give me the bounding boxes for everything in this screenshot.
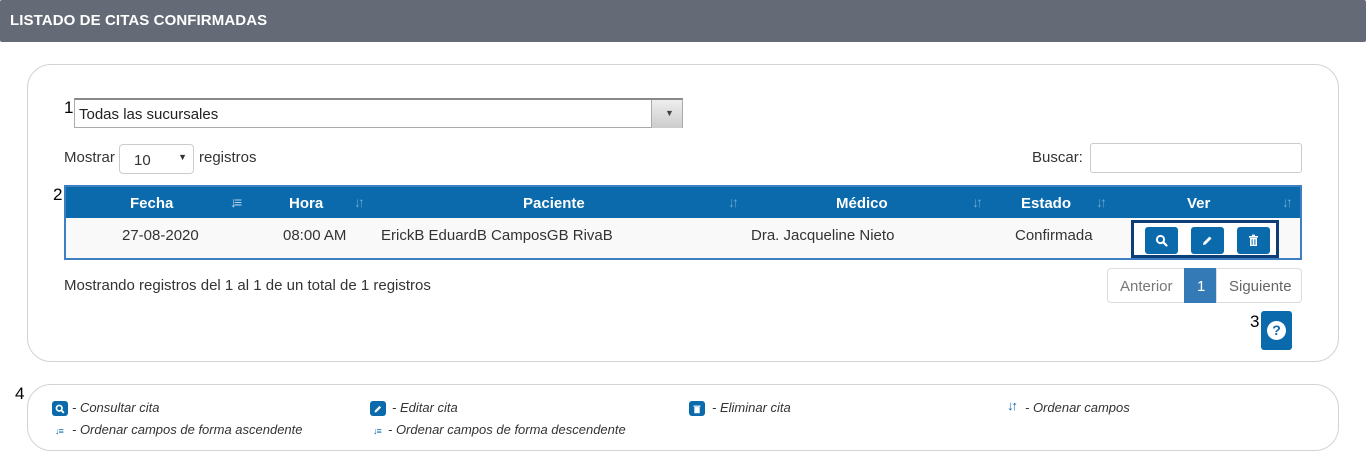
page-header: LISTADO DE CITAS CONFIRMADAS — [0, 0, 1366, 42]
delete-button[interactable] — [1237, 227, 1270, 254]
marker-2: 2 — [53, 185, 63, 204]
legend-consult: - Consultar cita — [72, 400, 160, 415]
column-ver[interactable]: Ver ↓↑ — [1114, 187, 1300, 218]
column-medico[interactable]: Médico ↓↑ — [746, 187, 990, 218]
cell-medico: Dra. Jacqueline Nieto — [751, 227, 895, 244]
page-title: LISTADO DE CITAS CONFIRMADAS — [10, 12, 268, 29]
column-fecha[interactable]: Fecha ↓≡ — [66, 187, 258, 218]
page-length-value: 10 — [134, 152, 151, 169]
search-label: Buscar: — [1032, 149, 1083, 166]
appointments-table: Fecha ↓≡ Hora ↓↑ Paciente ↓↑ Médico ↓↑ E… — [64, 185, 1302, 260]
pagination-previous[interactable]: Anterior — [1107, 268, 1185, 303]
legend-edit: - Editar cita — [392, 400, 458, 415]
sort-icon: ↓↑ — [1282, 194, 1293, 210]
chevron-down-icon: ▼ — [665, 108, 674, 118]
row-actions — [1131, 220, 1279, 258]
sort-icon: ↓↑ — [354, 194, 365, 210]
pagination-next[interactable]: Siguiente — [1216, 268, 1302, 303]
sort-icon: ↓↑ — [1096, 194, 1107, 210]
show-label: Mostrar — [64, 149, 115, 166]
marker-1: 1 — [64, 98, 74, 117]
legend-sort-asc: - Ordenar campos de forma ascendente — [72, 422, 303, 437]
branch-select-value: Todas las sucursales — [79, 106, 219, 123]
question-icon: ? — [1267, 321, 1286, 340]
cell-hora: 08:00 AM — [283, 227, 347, 244]
column-estado[interactable]: Estado ↓↑ — [990, 187, 1114, 218]
branch-select[interactable]: Todas las sucursales ▼ — [74, 98, 683, 128]
table-info: Mostrando registros del 1 al 1 de un tot… — [64, 277, 431, 294]
trash-icon — [689, 401, 705, 416]
help-button[interactable]: ? — [1261, 311, 1292, 350]
column-hora[interactable]: Hora ↓↑ — [258, 187, 372, 218]
cell-fecha: 27-08-2020 — [122, 227, 199, 244]
edit-button[interactable] — [1191, 227, 1224, 254]
pencil-icon — [370, 401, 386, 416]
sort-desc-icon: ↓≡ — [373, 426, 382, 436]
marker-4: 4 — [15, 384, 25, 403]
search-icon — [1155, 234, 1168, 247]
table-header: Fecha ↓≡ Hora ↓↑ Paciente ↓↑ Médico ↓↑ E… — [66, 187, 1300, 218]
cell-estado: Confirmada — [1015, 227, 1093, 244]
consult-button[interactable] — [1145, 227, 1178, 254]
sort-asc-icon: ↓≡ — [55, 426, 64, 436]
chevron-down-icon: ▼ — [178, 152, 187, 162]
sort-icon: ↓↑ — [728, 194, 739, 210]
pagination-page-1[interactable]: 1 — [1184, 268, 1217, 303]
sort-asc-icon: ↓≡ — [230, 194, 242, 210]
legend-sort-desc: - Ordenar campos de forma descendente — [388, 422, 626, 437]
search-icon — [52, 401, 68, 416]
column-paciente[interactable]: Paciente ↓↑ — [372, 187, 746, 218]
marker-3: 3 — [1250, 312, 1260, 331]
legend-sort: - Ordenar campos — [1025, 400, 1130, 415]
legend-delete: - Eliminar cita — [712, 400, 791, 415]
search-input[interactable] — [1090, 143, 1302, 173]
records-label: registros — [199, 149, 257, 166]
sort-icon: ↓↑ — [1007, 398, 1018, 413]
legend-panel: - Consultar cita - Editar cita - Elimina… — [27, 384, 1339, 451]
page-length-select[interactable]: 10 ▼ — [119, 144, 194, 174]
cell-paciente: ErickB EduardB CamposGB RivaB — [381, 227, 613, 244]
trash-icon — [1249, 234, 1258, 246]
sort-icon: ↓↑ — [972, 194, 983, 210]
table-row: 27-08-2020 08:00 AM ErickB EduardB Campo… — [66, 218, 1300, 258]
pencil-icon — [1203, 236, 1212, 245]
branch-select-toggle[interactable]: ▼ — [651, 100, 682, 128]
